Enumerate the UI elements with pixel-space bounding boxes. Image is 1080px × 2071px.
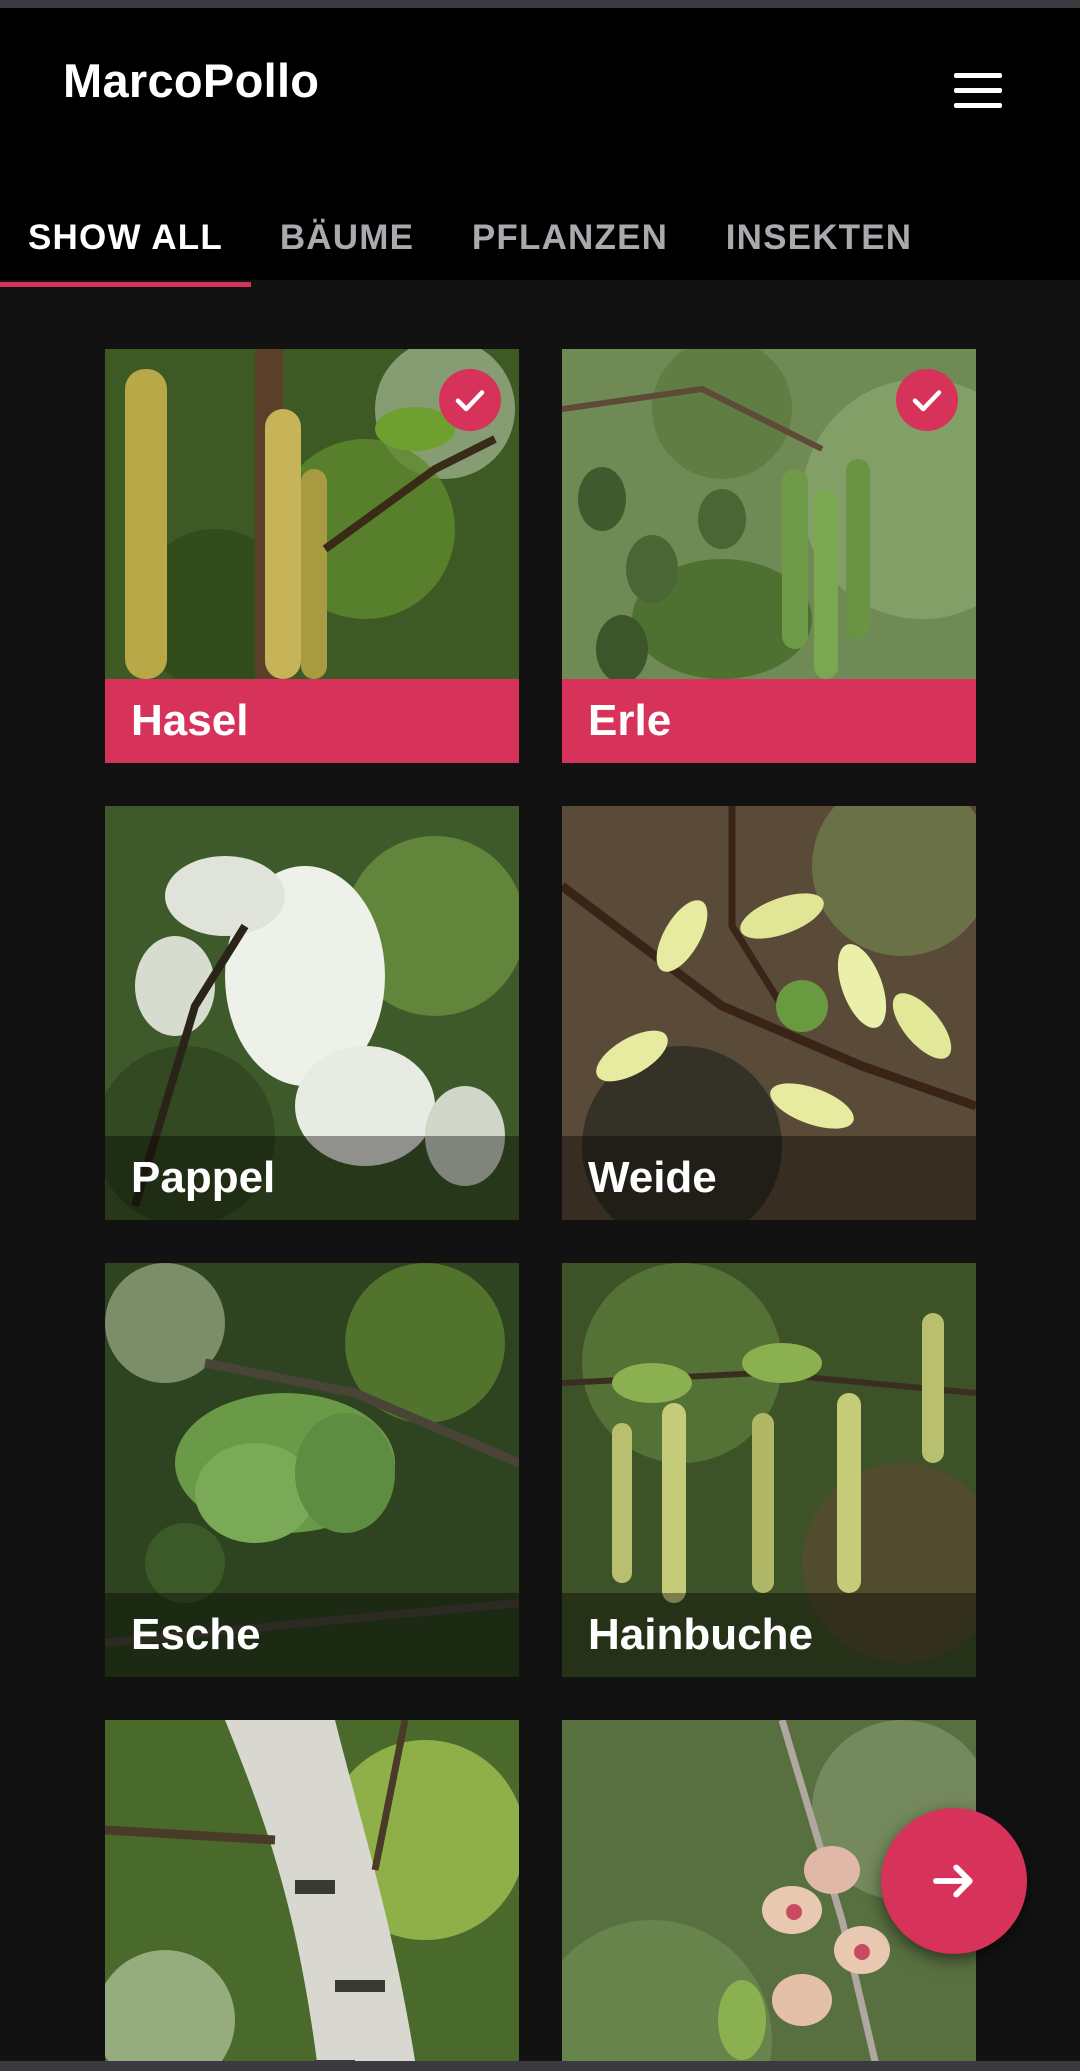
card-label: Weide	[562, 1136, 976, 1220]
arrow-right-icon	[933, 1864, 973, 1898]
next-fab-button[interactable]	[881, 1808, 1027, 1954]
status-strip	[0, 0, 1080, 8]
nav-strip	[0, 2061, 1080, 2071]
check-icon	[896, 369, 958, 431]
card-hasel[interactable]: Hasel	[105, 349, 519, 763]
card-label: Pappel	[105, 1136, 519, 1220]
card-label: Esche	[105, 1593, 519, 1677]
tab-bar: SHOW ALL BÄUME PFLANZEN INSEKTEN	[0, 188, 1080, 288]
card-label: Erle	[562, 679, 976, 763]
app-title: MarcoPollo	[63, 54, 320, 107]
tab-show-all[interactable]: SHOW ALL	[0, 188, 251, 288]
app-bar: MarcoPollo SHOW ALL BÄUME PFLANZEN INSEK…	[0, 8, 1080, 287]
tab-pflanzen[interactable]: PFLANZEN	[458, 188, 682, 288]
card-pappel[interactable]: Pappel	[105, 806, 519, 1220]
tab-insekten[interactable]: INSEKTEN	[712, 188, 926, 288]
check-icon	[439, 369, 501, 431]
card-label: Hasel	[105, 679, 519, 763]
app-root: MarcoPollo SHOW ALL BÄUME PFLANZEN INSEK…	[0, 0, 1080, 2071]
birch-photo	[105, 1720, 519, 2071]
card-weide[interactable]: Weide	[562, 806, 976, 1220]
tab-baeume[interactable]: BÄUME	[266, 188, 428, 288]
hamburger-menu-icon[interactable]	[944, 63, 1012, 119]
card-erle[interactable]: Erle	[562, 349, 976, 763]
species-grid: Hasel Erle Pappel Weide Esche Hainbuche	[0, 280, 1080, 2071]
card-row4-left[interactable]	[105, 1720, 519, 2071]
card-label: Hainbuche	[562, 1593, 976, 1677]
card-hainbuche[interactable]: Hainbuche	[562, 1263, 976, 1677]
card-esche[interactable]: Esche	[105, 1263, 519, 1677]
